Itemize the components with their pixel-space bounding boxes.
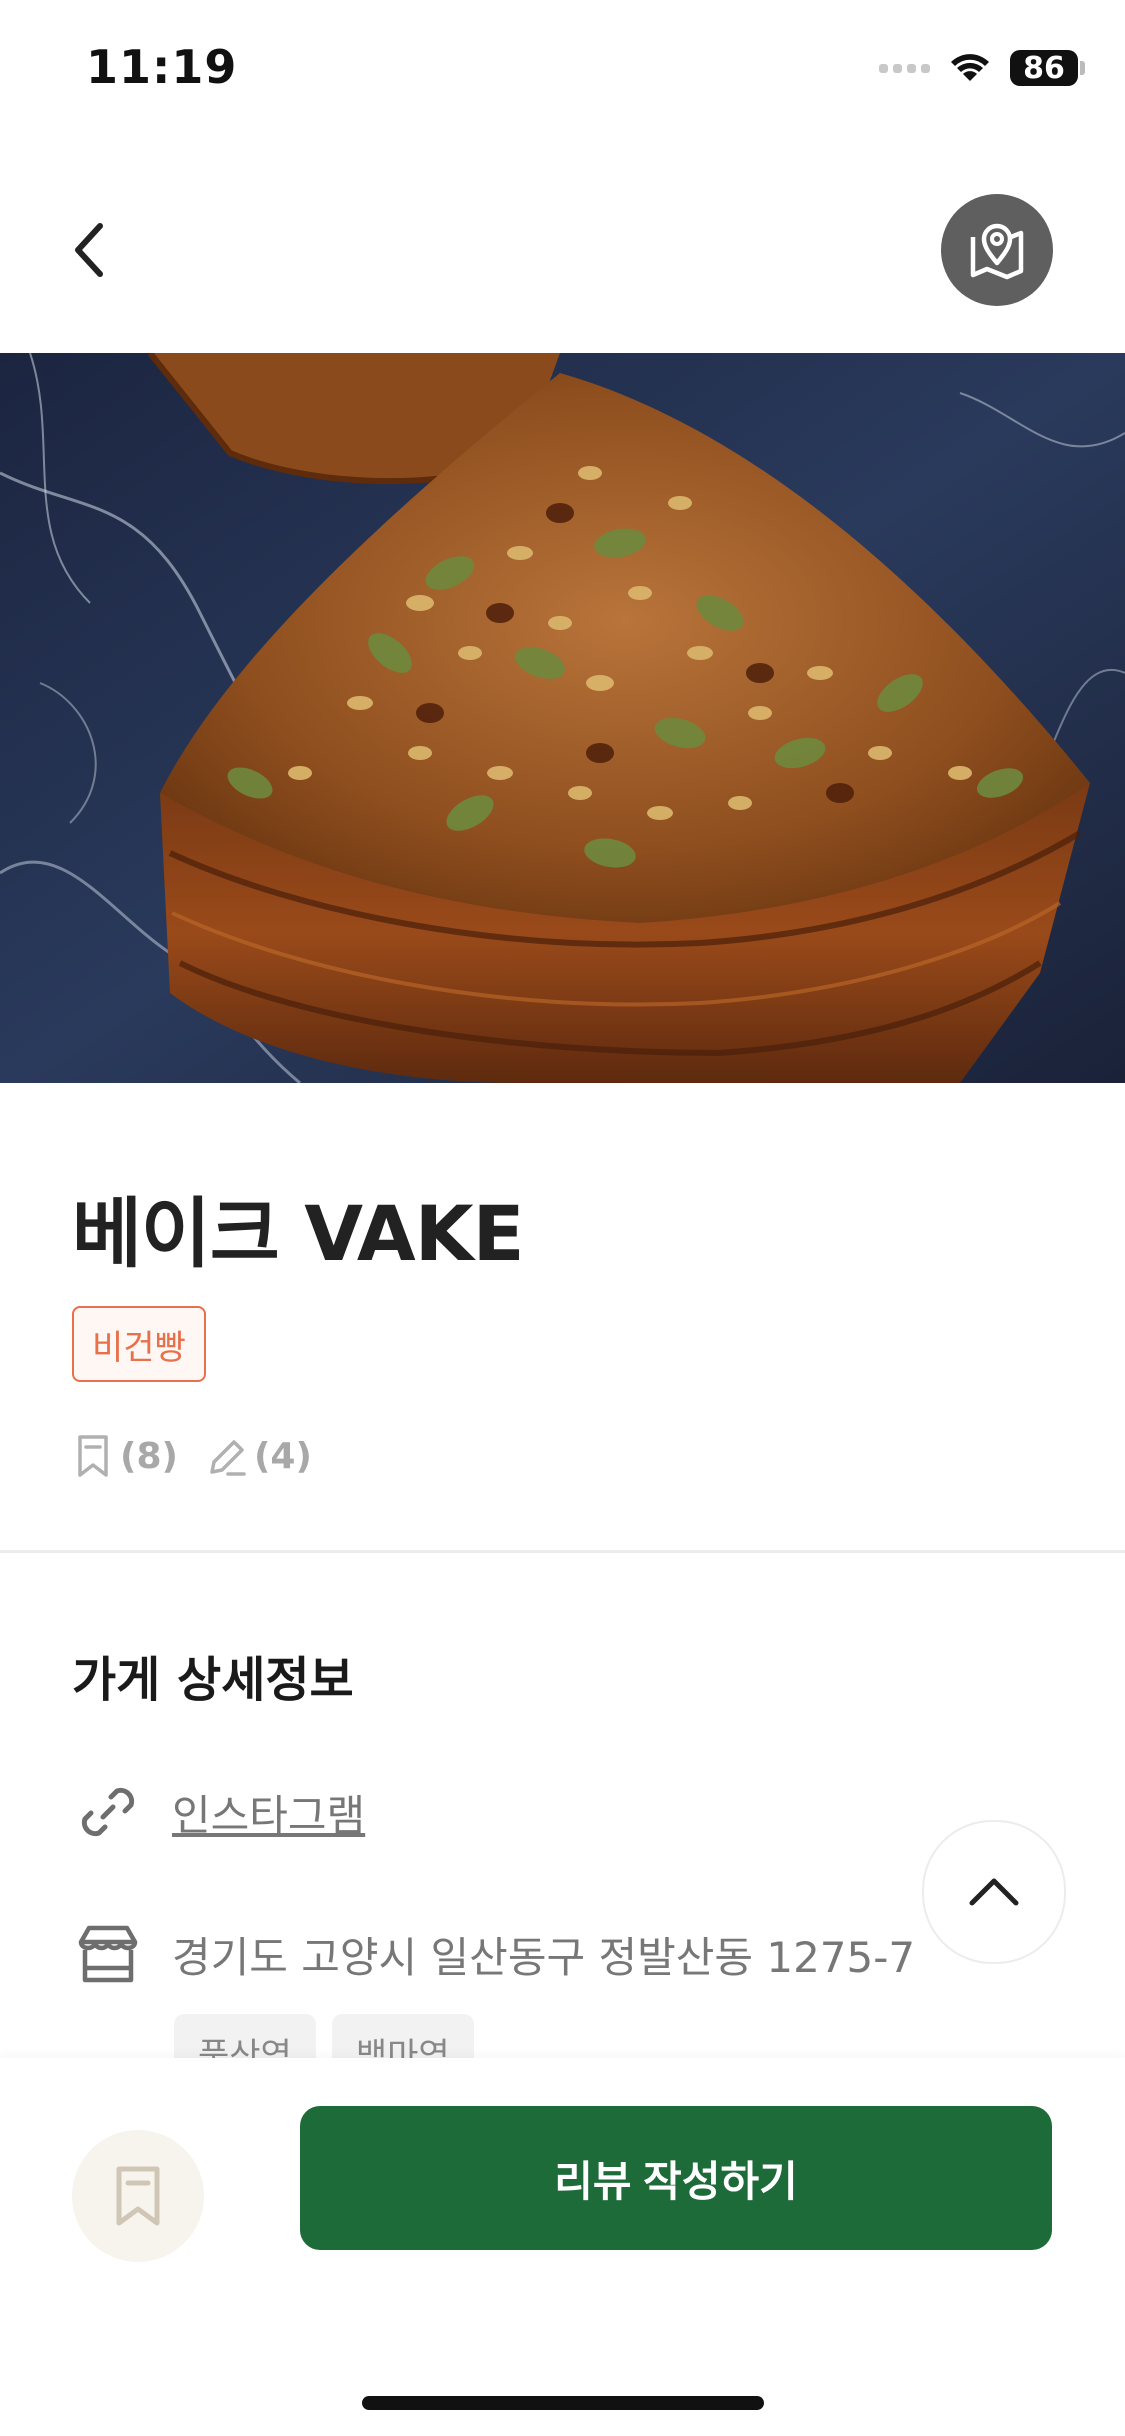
store-icon [78, 1925, 138, 1983]
bookmark-icon [116, 2166, 160, 2226]
chevron-up-icon [969, 1878, 1019, 1906]
scroll-to-top-button[interactable] [922, 1820, 1066, 1964]
review-count-value: (4) [253, 1435, 312, 1477]
section-divider [0, 1550, 1125, 1553]
pencil-icon [210, 1440, 246, 1476]
map-pin-icon [970, 223, 1024, 280]
nav-bar [0, 150, 1125, 350]
battery-level: 86 [1010, 50, 1078, 86]
bookmark-count-value: (8) [120, 1435, 178, 1477]
status-time: 11:19 [86, 40, 238, 94]
link-icon [81, 1787, 135, 1837]
cellular-signal-icon [879, 63, 930, 73]
instagram-link[interactable]: 인스타그램 [172, 1782, 365, 1843]
status-indicators: 86 [879, 46, 1085, 90]
store-counts: (8) (4) [72, 1430, 338, 1482]
battery-icon: 86 [1010, 50, 1085, 86]
chevron-left-icon [75, 223, 103, 277]
store-hero-image [0, 353, 1125, 1083]
section-title-store-details: 가게 상세정보 [72, 1652, 354, 1708]
store-address: 경기도 고양시 일산동구 정발산동 1275-7 [172, 1932, 916, 1982]
home-indicator [362, 2396, 764, 2410]
bookmark-button[interactable] [72, 2130, 204, 2262]
address-row: 경기도 고양시 일산동구 정발산동 1275-7 [72, 1918, 915, 1990]
store-name: 베이크 VAKE [72, 1189, 525, 1278]
map-button[interactable] [941, 194, 1053, 306]
bottom-action-bar: 리뷰 작성하기 [0, 2058, 1125, 2436]
back-button[interactable] [50, 210, 130, 290]
bookmark-count: (8) [72, 1433, 178, 1479]
category-tag: 비건빵 [72, 1306, 206, 1382]
status-bar: 11:19 86 [0, 0, 1125, 140]
review-count: (4) [204, 1434, 312, 1478]
write-review-button[interactable]: 리뷰 작성하기 [300, 2106, 1052, 2250]
bookmark-icon [78, 1435, 108, 1477]
wifi-icon [951, 54, 989, 81]
instagram-row: 인스타그램 [72, 1776, 365, 1848]
bread-photo [0, 353, 1125, 1083]
